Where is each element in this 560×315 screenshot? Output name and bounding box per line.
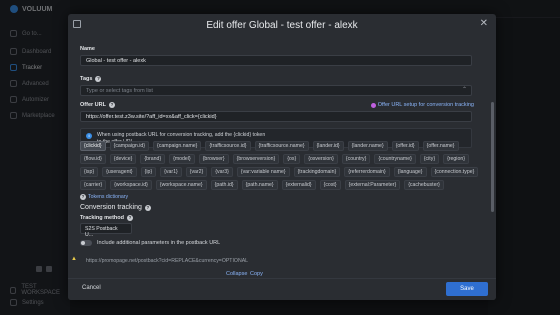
token-chip[interactable]: {ip} — [140, 167, 157, 177]
edit-offer-modal: Edit offer Global - test offer - alexk ✕… — [68, 14, 496, 300]
toggle-label: Include additional parameters in the pos… — [97, 240, 221, 246]
modal-footer: Cancel Save — [68, 278, 496, 300]
pin-icon — [370, 102, 376, 108]
info-icon: i — [86, 133, 92, 139]
help-icon[interactable]: ? — [144, 204, 151, 211]
tokens-dictionary-link[interactable]: ? Tokens dictionary — [80, 193, 128, 201]
token-chip[interactable]: {os} — [283, 154, 301, 164]
token-chip[interactable]: {city} — [419, 154, 440, 164]
token-chip[interactable]: {osversion} — [304, 154, 338, 164]
token-chip[interactable]: {countryname} — [374, 154, 416, 164]
token-chip[interactable]: {workspace.id} — [110, 180, 152, 190]
postback-row: ▲ https://promopage.net/postback?cid=REP… — [68, 255, 496, 269]
help-icon[interactable]: ? — [95, 76, 102, 82]
token-chip[interactable]: {lander.name} — [347, 141, 388, 151]
help-icon: ? — [80, 194, 86, 200]
cancel-button[interactable]: Cancel — [82, 285, 101, 291]
token-chip[interactable]: {offer.name} — [422, 141, 459, 151]
offer-url-label: Offer URL? — [80, 102, 115, 108]
name-label: Name — [80, 46, 95, 52]
warning-icon: ▲ — [71, 256, 77, 262]
token-chip[interactable]: {trafficsource.name} — [254, 141, 309, 151]
token-chip[interactable]: {referrerdomain} — [344, 167, 390, 177]
token-chip[interactable]: {useragent} — [102, 167, 137, 177]
token-chip[interactable]: {device} — [109, 154, 137, 164]
close-icon[interactable]: ✕ — [480, 18, 488, 29]
token-chip[interactable]: {brand} — [140, 154, 166, 164]
name-input[interactable]: Global - test offer - alexk — [80, 55, 472, 66]
help-icon[interactable]: ? — [127, 215, 134, 221]
token-chip[interactable]: {cachebuster} — [404, 180, 444, 190]
token-chip[interactable]: {workspace.name} — [155, 180, 207, 190]
conversion-tracking-title: Conversion tracking? — [80, 204, 151, 211]
tracking-method-label: Tracking method? — [80, 215, 134, 221]
token-list: {clickid} {campaign.id} {campaign.name} {tr… — [80, 141, 480, 201]
token-chip[interactable]: {campaign.id} — [109, 141, 150, 151]
help-icon[interactable]: ? — [108, 102, 115, 108]
additional-params-toggle[interactable] — [80, 240, 92, 246]
offer-url-input[interactable]: https://offer.test.z3w.site/?aff_id=xx&a… — [80, 111, 472, 122]
token-chip[interactable]: {carrier} — [80, 180, 107, 190]
token-chip[interactable]: {external:Parameter} — [344, 180, 401, 190]
token-chip[interactable]: {region} — [443, 154, 469, 164]
token-chip[interactable]: {campaign.name} — [153, 141, 202, 151]
tracking-method-select[interactable]: S2S Postback U... — [80, 223, 132, 238]
token-chip[interactable]: {externalid} — [281, 180, 316, 190]
modal-title: Edit offer Global - test offer - alexk — [206, 20, 358, 31]
token-chip[interactable]: {var3} — [211, 167, 233, 177]
token-chip[interactable]: {var2} — [185, 167, 208, 177]
tags-label: Tags? — [80, 76, 102, 82]
token-chip[interactable]: {browserversion} — [232, 154, 280, 164]
copy-link[interactable]: Copy — [250, 271, 263, 277]
token-chip[interactable]: {model} — [169, 154, 195, 164]
token-chip[interactable]: {path.id} — [210, 180, 238, 190]
token-chip[interactable]: {var:variable name} — [236, 167, 290, 177]
token-chip[interactable]: {cost} — [319, 180, 341, 190]
token-chip[interactable]: {language} — [393, 167, 427, 177]
token-chip[interactable]: {trafficsource.id} — [205, 141, 251, 151]
offer-url-setup-link[interactable]: Offer URL setup for conversion tracking — [370, 102, 474, 108]
token-chip[interactable]: {path.name} — [241, 180, 278, 190]
token-chip[interactable]: {country} — [341, 154, 371, 164]
collapse-link[interactable]: Collapse — [226, 271, 247, 277]
token-chip[interactable]: {isp} — [80, 167, 99, 177]
token-chip[interactable]: {lander.id} — [312, 141, 344, 151]
token-chip[interactable]: {var1} — [160, 167, 182, 177]
tags-input[interactable]: Type or select tags from list ⌃ — [80, 85, 472, 96]
token-chip[interactable]: {connection.type} — [430, 167, 479, 177]
chevron-icon: ⌃ — [461, 87, 467, 93]
token-chip[interactable]: {browser} — [198, 154, 229, 164]
token-chip[interactable]: {offer.id} — [391, 141, 419, 151]
token-chip[interactable]: {clickid} — [80, 141, 106, 151]
postback-url: https://promopage.net/postback?cid=REPLA… — [86, 258, 249, 264]
save-button[interactable]: Save — [446, 282, 488, 296]
token-chip[interactable]: {flow.id} — [80, 154, 106, 164]
token-chip[interactable]: {trackingdomain} — [293, 167, 341, 177]
scrollbar[interactable] — [491, 102, 494, 212]
